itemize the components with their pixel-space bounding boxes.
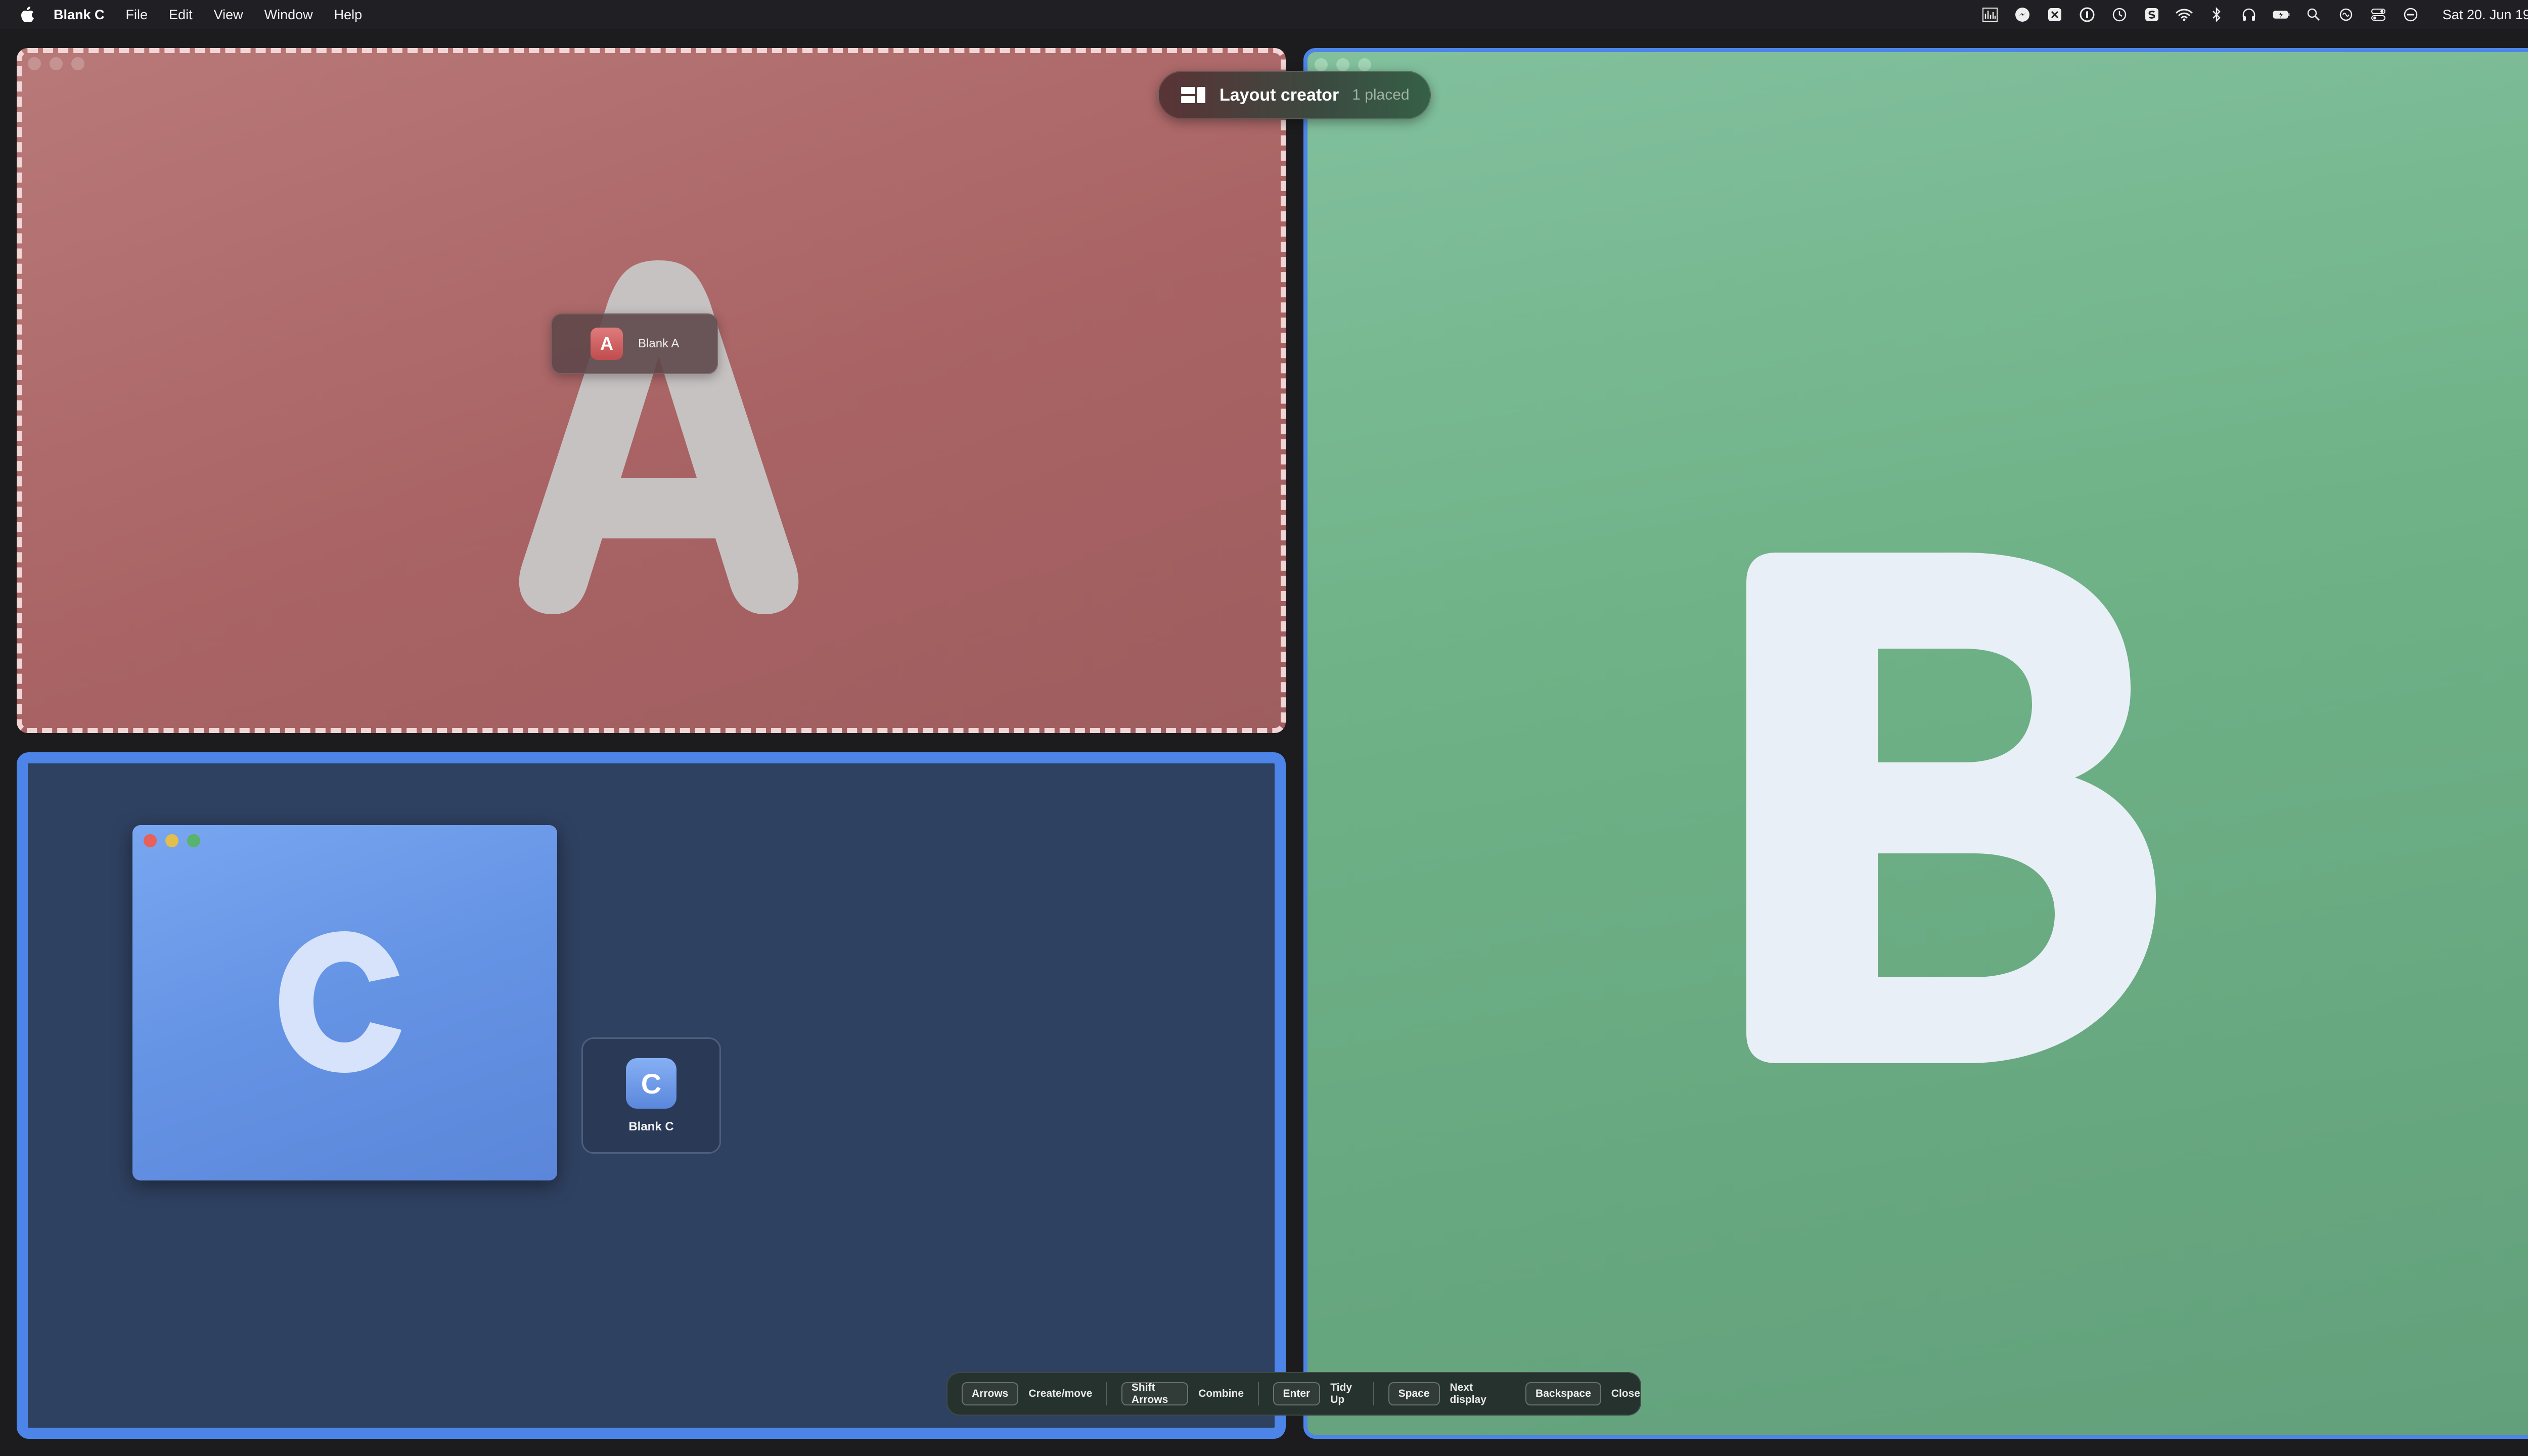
- blank-c-app-card[interactable]: C Blank C: [581, 1037, 721, 1154]
- bluetooth-icon[interactable]: [2208, 6, 2225, 23]
- headphones-icon[interactable]: [2240, 6, 2258, 23]
- key-space: Space: [1388, 1382, 1440, 1405]
- menu-app-name[interactable]: Blank C: [54, 7, 105, 23]
- messenger-icon[interactable]: [2014, 6, 2031, 23]
- separator: [1106, 1382, 1107, 1405]
- panel-blank-b[interactable]: [1303, 48, 2528, 1439]
- layout-creator-pill: Layout creator 1 placed: [1158, 71, 1431, 119]
- battery-icon[interactable]: [2273, 6, 2290, 23]
- shortcut-hint-bar: Arrows Create/move Shift Arrows Combine …: [946, 1372, 1641, 1416]
- menu-view[interactable]: View: [214, 7, 243, 23]
- layout-placed-count: 1 placed: [1352, 86, 1410, 103]
- panel-b-traffic-lights: [1315, 58, 1371, 71]
- focus-icon[interactable]: [2402, 6, 2419, 23]
- status-area: Sat 20. Jun 19:02:47: [1981, 0, 2528, 29]
- blank-a-app-chip[interactable]: A Blank A: [551, 313, 718, 374]
- action-close: Close: [1611, 1388, 1640, 1399]
- blank-a-app-icon: A: [591, 328, 623, 360]
- letter-a-glyph: [519, 260, 799, 614]
- action-next-display: Next display: [1450, 1382, 1486, 1405]
- panel-blank-a[interactable]: [17, 48, 1286, 733]
- blank-c-label: Blank C: [628, 1120, 674, 1133]
- blank-c-window[interactable]: [132, 825, 557, 1180]
- menu-window[interactable]: Window: [264, 7, 313, 23]
- menubar-clock[interactable]: Sat 20. Jun 19:02:47: [2443, 7, 2528, 23]
- letter-c-glyph: [279, 931, 401, 1073]
- letter-b-glyph: [1746, 553, 2156, 1063]
- menu-help[interactable]: Help: [334, 7, 363, 23]
- activity-monitor-icon[interactable]: [1981, 6, 1999, 23]
- blank-c-app-icon: C: [626, 1058, 676, 1109]
- time-machine-icon[interactable]: [2111, 6, 2128, 23]
- action-combine: Combine: [1198, 1388, 1244, 1399]
- layout-creator-title: Layout creator: [1220, 85, 1339, 105]
- zoom-button[interactable]: [187, 834, 200, 847]
- key-backspace: Backspace: [1525, 1382, 1601, 1405]
- key-arrows: Arrows: [962, 1382, 1019, 1405]
- app-icon[interactable]: [2046, 6, 2063, 23]
- panel-a-traffic-lights: [28, 57, 84, 70]
- minimize-button[interactable]: [165, 834, 178, 847]
- menu-file[interactable]: File: [126, 7, 148, 23]
- key-shift-arrows: Shift Arrows: [1121, 1382, 1189, 1405]
- window-c-traffic-lights: [144, 834, 200, 847]
- control-center-icon[interactable]: [2370, 6, 2387, 23]
- wifi-icon[interactable]: [2176, 6, 2193, 23]
- blank-a-label: Blank A: [638, 337, 680, 350]
- spotlight-icon[interactable]: [2305, 6, 2322, 23]
- action-tidy-up: Tidy Up: [1330, 1382, 1352, 1405]
- menu-edit[interactable]: Edit: [169, 7, 193, 23]
- layout-grid-icon: [1181, 87, 1205, 103]
- action-create-move: Create/move: [1028, 1388, 1093, 1399]
- separator: [1373, 1382, 1374, 1405]
- apple-menu-icon[interactable]: [19, 5, 35, 24]
- key-enter: Enter: [1273, 1382, 1321, 1405]
- siri-icon[interactable]: [2337, 6, 2355, 23]
- menu-bar: Blank C File Edit View Window Help Sat 2…: [0, 0, 2528, 29]
- close-button[interactable]: [144, 834, 157, 847]
- 1password-icon[interactable]: [2079, 6, 2096, 23]
- skype-icon[interactable]: [2143, 6, 2160, 23]
